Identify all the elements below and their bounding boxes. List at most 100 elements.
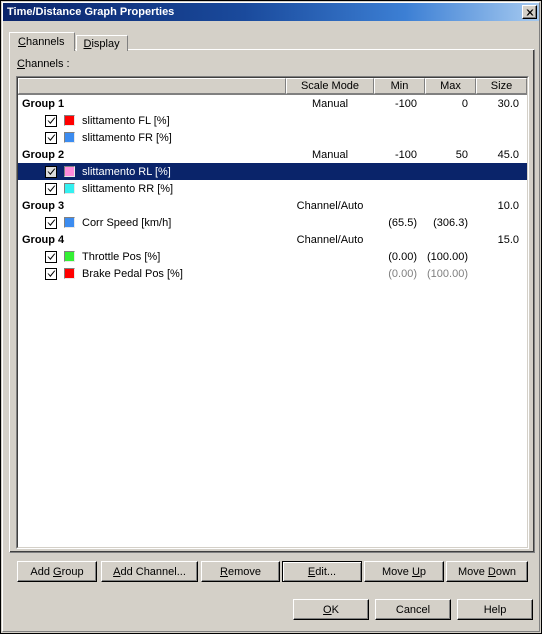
tab-strip: Channels Display — [9, 32, 128, 51]
check-icon — [47, 185, 56, 193]
check-icon — [47, 219, 56, 227]
column-header-min[interactable]: Min — [374, 78, 425, 94]
cell-scale-mode: Manual — [311, 148, 349, 161]
title-bar[interactable]: Time/Distance Graph Properties — [3, 3, 539, 21]
check-icon — [47, 253, 56, 261]
channel-color-swatch[interactable] — [64, 217, 75, 228]
add-group-button[interactable]: Add Group — [17, 561, 97, 582]
cell-scale-mode: Channel/Auto — [296, 233, 364, 246]
cell-size: 15.0 — [497, 233, 519, 246]
group-row[interactable]: Group 3 Channel/Auto 10.0 — [18, 197, 527, 214]
channel-row[interactable]: Corr Speed [km/h] (65.5) (306.3) — [18, 214, 527, 231]
channel-row[interactable]: slittamento FR [%] — [18, 129, 527, 146]
cell-max: (100.00) — [427, 267, 468, 280]
close-button[interactable] — [522, 5, 537, 19]
list-rows: Group 1 Manual -100 0 30.0 slittamento FL [%]… — [18, 95, 527, 282]
channel-color-swatch[interactable] — [64, 251, 75, 262]
channel-entry: Corr Speed [km/h] — [45, 216, 172, 229]
group-label: Group 3 — [22, 199, 65, 212]
column-header-max[interactable]: Max — [425, 78, 476, 94]
channel-checkbox[interactable] — [45, 131, 57, 144]
group-label: Group 2 — [22, 148, 65, 161]
list-header-row: Scale Mode Min Max Size — [18, 78, 527, 95]
button-label: Add Group — [30, 565, 84, 578]
channel-name: slittamento FR [%] — [82, 131, 172, 144]
cell-size: 30.0 — [497, 97, 519, 110]
cell-size: 10.0 — [497, 199, 519, 212]
button-label: Add Channel... — [113, 565, 186, 578]
cell-scale-mode: Channel/Auto — [296, 199, 364, 212]
channel-name: Corr Speed [km/h] — [82, 216, 172, 229]
channels-listbox[interactable]: Scale Mode Min Max Size Group 1 Manual -100 0 3… — [16, 76, 529, 549]
channel-entry: Brake Pedal Pos [%] — [45, 267, 183, 280]
channel-checkbox[interactable] — [45, 182, 57, 195]
column-header-size[interactable]: Size — [476, 78, 527, 94]
ok-button[interactable]: OK — [293, 599, 369, 620]
button-label: Move Down — [457, 565, 517, 578]
help-button[interactable]: Help — [457, 599, 533, 620]
check-icon — [47, 270, 56, 278]
button-label: Move Up — [381, 565, 427, 578]
cell-min: (65.5) — [388, 216, 417, 229]
check-icon — [47, 117, 56, 125]
channel-color-swatch[interactable] — [64, 115, 75, 126]
column-header-blank[interactable] — [18, 78, 286, 94]
cell-min: (0.00) — [388, 267, 417, 280]
channels-listbox-inner: Scale Mode Min Max Size Group 1 Manual -100 0 3… — [17, 77, 528, 548]
cell-min: -100 — [394, 97, 417, 110]
add-channel-button[interactable]: Add Channel... — [101, 561, 198, 582]
channel-entry: slittamento RR [%] — [45, 182, 174, 195]
channel-name: slittamento RR [%] — [82, 182, 174, 195]
group-row[interactable]: Group 1 Manual -100 0 30.0 — [18, 95, 527, 112]
close-icon — [526, 9, 534, 16]
cancel-button[interactable]: Cancel — [375, 599, 451, 620]
tab-channels-label: Channels — [18, 36, 65, 48]
channel-row[interactable]: slittamento RL [%] — [18, 163, 527, 180]
move-up-button[interactable]: Move Up — [364, 561, 444, 582]
window-title: Time/Distance Graph Properties — [7, 6, 175, 18]
button-label: OK — [323, 603, 339, 616]
button-label: Remove — [220, 565, 261, 578]
channel-checkbox[interactable] — [45, 216, 57, 229]
channel-row[interactable]: slittamento RR [%] — [18, 180, 527, 197]
channel-checkbox[interactable] — [45, 114, 57, 127]
check-icon — [47, 134, 56, 142]
channel-entry: Throttle Pos [%] — [45, 250, 160, 263]
channel-name: slittamento RL [%] — [82, 165, 171, 178]
channel-color-swatch[interactable] — [64, 166, 75, 177]
cell-min: (0.00) — [388, 250, 417, 263]
cell-max: (100.00) — [427, 250, 468, 263]
check-icon — [47, 168, 56, 176]
move-down-button[interactable]: Move Down — [446, 561, 528, 582]
group-row[interactable]: Group 4 Channel/Auto 15.0 — [18, 231, 527, 248]
group-row[interactable]: Group 2 Manual -100 50 45.0 — [18, 146, 527, 163]
channel-checkbox[interactable] — [45, 165, 57, 178]
cell-size: 45.0 — [497, 148, 519, 161]
cell-scale-mode: Manual — [311, 97, 349, 110]
dialog-window: Time/Distance Graph Properties Channels … — [0, 0, 542, 634]
channel-name: Brake Pedal Pos [%] — [82, 267, 183, 280]
channel-row[interactable]: slittamento FL [%] — [18, 112, 527, 129]
channel-row[interactable]: Brake Pedal Pos [%] (0.00) (100.00) — [18, 265, 527, 282]
button-label: Edit... — [307, 565, 337, 578]
button-label: Cancel — [395, 603, 431, 616]
button-label: Help — [483, 603, 507, 616]
channel-entry: slittamento RL [%] — [45, 165, 171, 178]
tab-display-label: Display — [83, 37, 120, 50]
cell-max: (306.3) — [433, 216, 468, 229]
channel-checkbox[interactable] — [45, 267, 57, 280]
channel-checkbox[interactable] — [45, 250, 57, 263]
remove-button[interactable]: Remove — [201, 561, 280, 582]
group-label: Group 1 — [22, 97, 65, 110]
edit-button[interactable]: Edit... — [282, 561, 362, 582]
channel-name: slittamento FL [%] — [82, 114, 170, 127]
tab-channels[interactable]: Channels — [9, 32, 75, 51]
tab-display[interactable]: Display — [75, 35, 128, 51]
column-header-scale-mode[interactable]: Scale Mode — [286, 78, 374, 94]
channel-row[interactable]: Throttle Pos [%] (0.00) (100.00) — [18, 248, 527, 265]
channel-color-swatch[interactable] — [64, 183, 75, 194]
channel-color-swatch[interactable] — [64, 268, 75, 279]
cell-max: 50 — [455, 148, 468, 161]
channels-field-label: Channels : — [17, 58, 70, 70]
channel-color-swatch[interactable] — [64, 132, 75, 143]
